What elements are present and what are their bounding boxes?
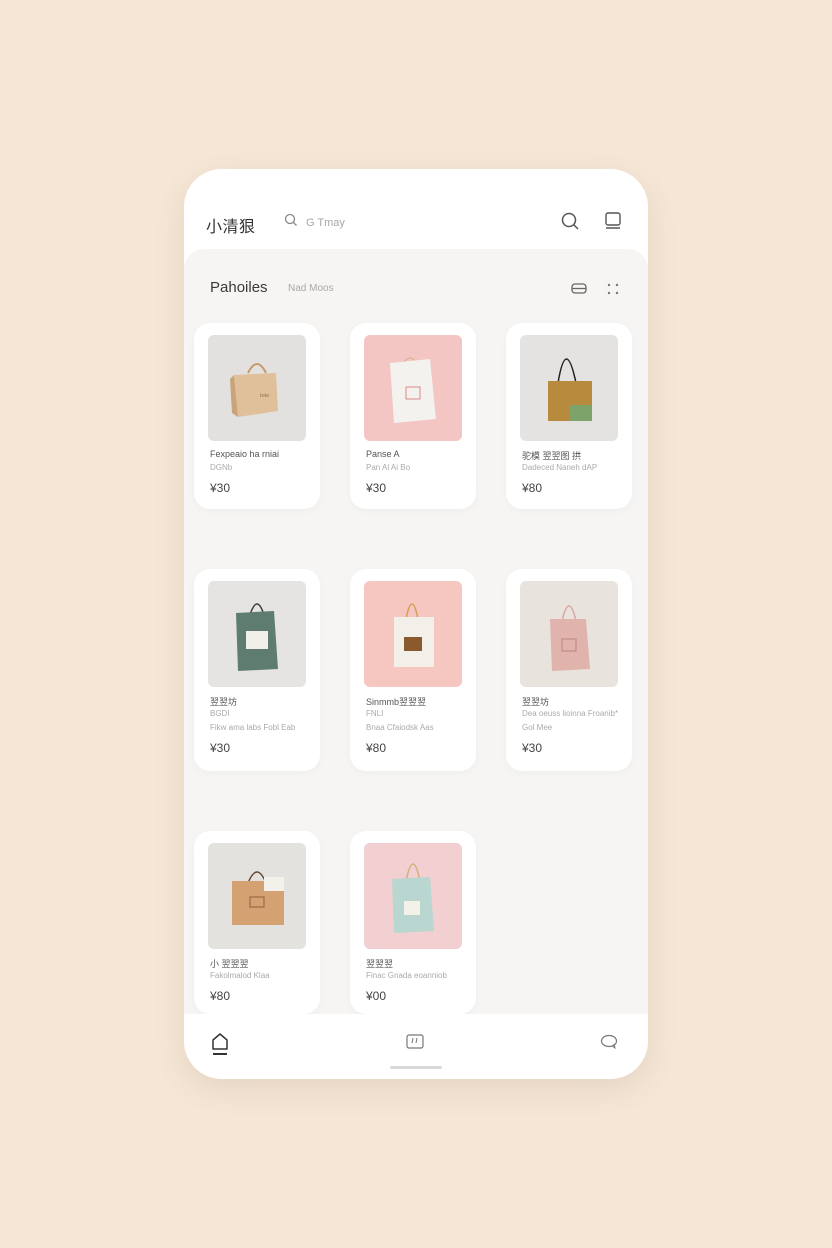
product-name: Sinmmb翌翌翌 bbox=[366, 697, 427, 707]
compose-icon[interactable] bbox=[406, 1034, 424, 1055]
product-photo bbox=[208, 581, 306, 687]
product-name: Panse A bbox=[366, 449, 400, 459]
product-card[interactable]: 翌翌翌 Finac Gnada eoanniob ¥00 bbox=[350, 831, 476, 1014]
product-name: 小 翌翌翌 bbox=[210, 959, 249, 969]
list-view-icon[interactable] bbox=[570, 281, 588, 302]
product-description: Bnaa Cfaiodsk Aas bbox=[366, 723, 434, 732]
product-price: ¥80 bbox=[366, 741, 387, 755]
product-card[interactable]: 翌翌坊 BGDI Fikw ama labs Fobl Eab ¥30 bbox=[194, 569, 320, 771]
section-subtitle: Nad Moos bbox=[288, 283, 334, 294]
product-price: ¥30 bbox=[210, 481, 231, 495]
product-price: ¥00 bbox=[366, 989, 387, 1003]
search-field[interactable]: G Tmay bbox=[284, 213, 345, 232]
product-card[interactable]: Panse A Pan Al Ai Bo ¥30 bbox=[350, 323, 476, 509]
product-photo bbox=[364, 843, 462, 949]
search-icon bbox=[284, 213, 298, 232]
product-subtitle: Dea oeuss lioinna Froanib* bbox=[522, 709, 619, 718]
product-subtitle: Fakolmalod Klaa bbox=[210, 971, 270, 980]
product-name: 翌翌坊 bbox=[522, 697, 550, 707]
app-title: 小清狠 bbox=[206, 219, 256, 236]
section-title: Pahoiles bbox=[210, 279, 268, 296]
bag-body bbox=[234, 373, 278, 417]
product-photo bbox=[364, 335, 462, 441]
home-icon[interactable] bbox=[210, 1032, 230, 1061]
product-subtitle: Dadeced Naneh dAP bbox=[522, 463, 598, 472]
product-list-section: Pahoiles Nad Moos tote Fexpeaio ha rniai… bbox=[184, 249, 648, 1014]
product-subtitle: FNLI bbox=[366, 709, 384, 718]
product-name: 翌翌翌 bbox=[366, 959, 394, 969]
product-subtitle: Finac Gnada eoanniob bbox=[366, 971, 447, 980]
product-name: 翌翌坊 bbox=[210, 697, 238, 707]
product-card[interactable]: tote Fexpeaio ha rniai DGNb ¥30 bbox=[194, 323, 320, 509]
product-price: ¥30 bbox=[366, 481, 387, 495]
grid-view-icon[interactable] bbox=[606, 282, 620, 301]
product-photo bbox=[364, 581, 462, 687]
svg-text:tote: tote bbox=[260, 393, 269, 399]
product-photo: tote bbox=[208, 335, 306, 441]
product-name: Fexpeaio ha rniai bbox=[210, 449, 280, 459]
phone-frame: 小清狠 G Tmay Pahoiles Nad Moos tote Fexpea… bbox=[184, 169, 648, 1079]
top-bar: 小清狠 G Tmay bbox=[184, 169, 648, 249]
product-subtitle: Pan Al Ai Bo bbox=[366, 463, 411, 472]
search-icon[interactable] bbox=[560, 211, 580, 236]
product-price: ¥80 bbox=[522, 481, 543, 495]
product-photo bbox=[208, 843, 306, 949]
product-name: 驼模 翌翌图 拱 bbox=[522, 451, 582, 461]
product-subtitle: BGDI bbox=[210, 709, 230, 718]
product-card[interactable]: Sinmmb翌翌翌 FNLI Bnaa Cfaiodsk Aas ¥80 bbox=[350, 569, 476, 771]
product-photo bbox=[520, 581, 618, 687]
home-indicator bbox=[390, 1066, 442, 1069]
bag-body bbox=[550, 619, 590, 671]
product-price: ¥80 bbox=[210, 989, 231, 1003]
product-price: ¥30 bbox=[210, 741, 231, 755]
product-card[interactable]: 翌翌坊 Dea oeuss lioinna Froanib* Gol Mee ¥… bbox=[506, 569, 632, 771]
product-description: Fikw ama labs Fobl Eab bbox=[210, 723, 296, 732]
bottom-nav bbox=[184, 1014, 648, 1079]
product-card[interactable]: 驼模 翌翌图 拱 Dadeced Naneh dAP ¥80 bbox=[506, 323, 632, 509]
chat-icon[interactable] bbox=[600, 1034, 618, 1055]
product-subtitle: DGNb bbox=[210, 463, 233, 472]
bag-body bbox=[390, 359, 436, 423]
product-price: ¥30 bbox=[522, 741, 543, 755]
product-photo bbox=[520, 335, 618, 441]
product-description: Gol Mee bbox=[522, 723, 553, 732]
search-placeholder: G Tmay bbox=[306, 216, 345, 229]
bag-icon[interactable] bbox=[604, 211, 622, 236]
product-card[interactable]: 小 翌翌翌 Fakolmalod Klaa ¥80 bbox=[194, 831, 320, 1014]
